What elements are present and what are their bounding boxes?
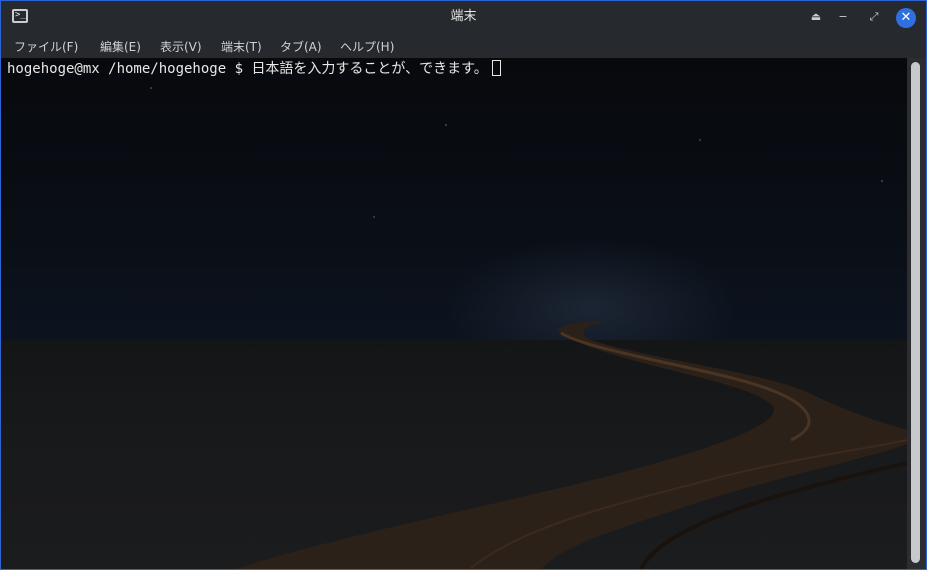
menu-terminal[interactable]: 端末(T)	[221, 38, 262, 56]
menu-view[interactable]: 表示(V)	[160, 38, 202, 56]
menu-help[interactable]: ヘルプ(H)	[340, 38, 394, 56]
shade-icon[interactable]: ⏏	[808, 9, 824, 25]
menu-tabs[interactable]: タブ(A)	[280, 38, 322, 56]
maximize-icon[interactable]: ⤢	[866, 9, 882, 25]
menu-file[interactable]: ファイル(F)	[14, 38, 78, 56]
terminal-icon[interactable]: >_	[12, 9, 28, 23]
menu-edit[interactable]: 編集(E)	[100, 38, 141, 56]
terminal-line: hogehoge@mx /home/hogehoge $ 日本語を入力することが…	[7, 60, 501, 78]
vertical-scrollbar[interactable]	[907, 58, 926, 569]
command-input[interactable]: 日本語を入力することが、できます。	[251, 61, 487, 77]
scrollbar-thumb[interactable]	[911, 62, 920, 563]
close-icon[interactable]: ✕	[896, 8, 916, 28]
prompt-text: hogehoge@mx /home/hogehoge $	[7, 61, 252, 77]
window-title: 端末	[450, 9, 477, 24]
terminal-window: >_ 端末 ⏏ − ⤢ ✕ ファイル(F) 編集(E) 表示(V) 端末(T) …	[0, 0, 927, 570]
wallpaper-road	[150, 87, 907, 569]
title-bar[interactable]: >_ 端末 ⏏ − ⤢ ✕	[1, 1, 926, 35]
text-cursor	[491, 60, 501, 76]
menu-bar: ファイル(F) 編集(E) 表示(V) 端末(T) タブ(A) ヘルプ(H)	[1, 35, 926, 58]
minimize-icon[interactable]: −	[835, 9, 851, 25]
terminal-area[interactable]: hogehoge@mx /home/hogehoge $ 日本語を入力することが…	[1, 58, 907, 569]
